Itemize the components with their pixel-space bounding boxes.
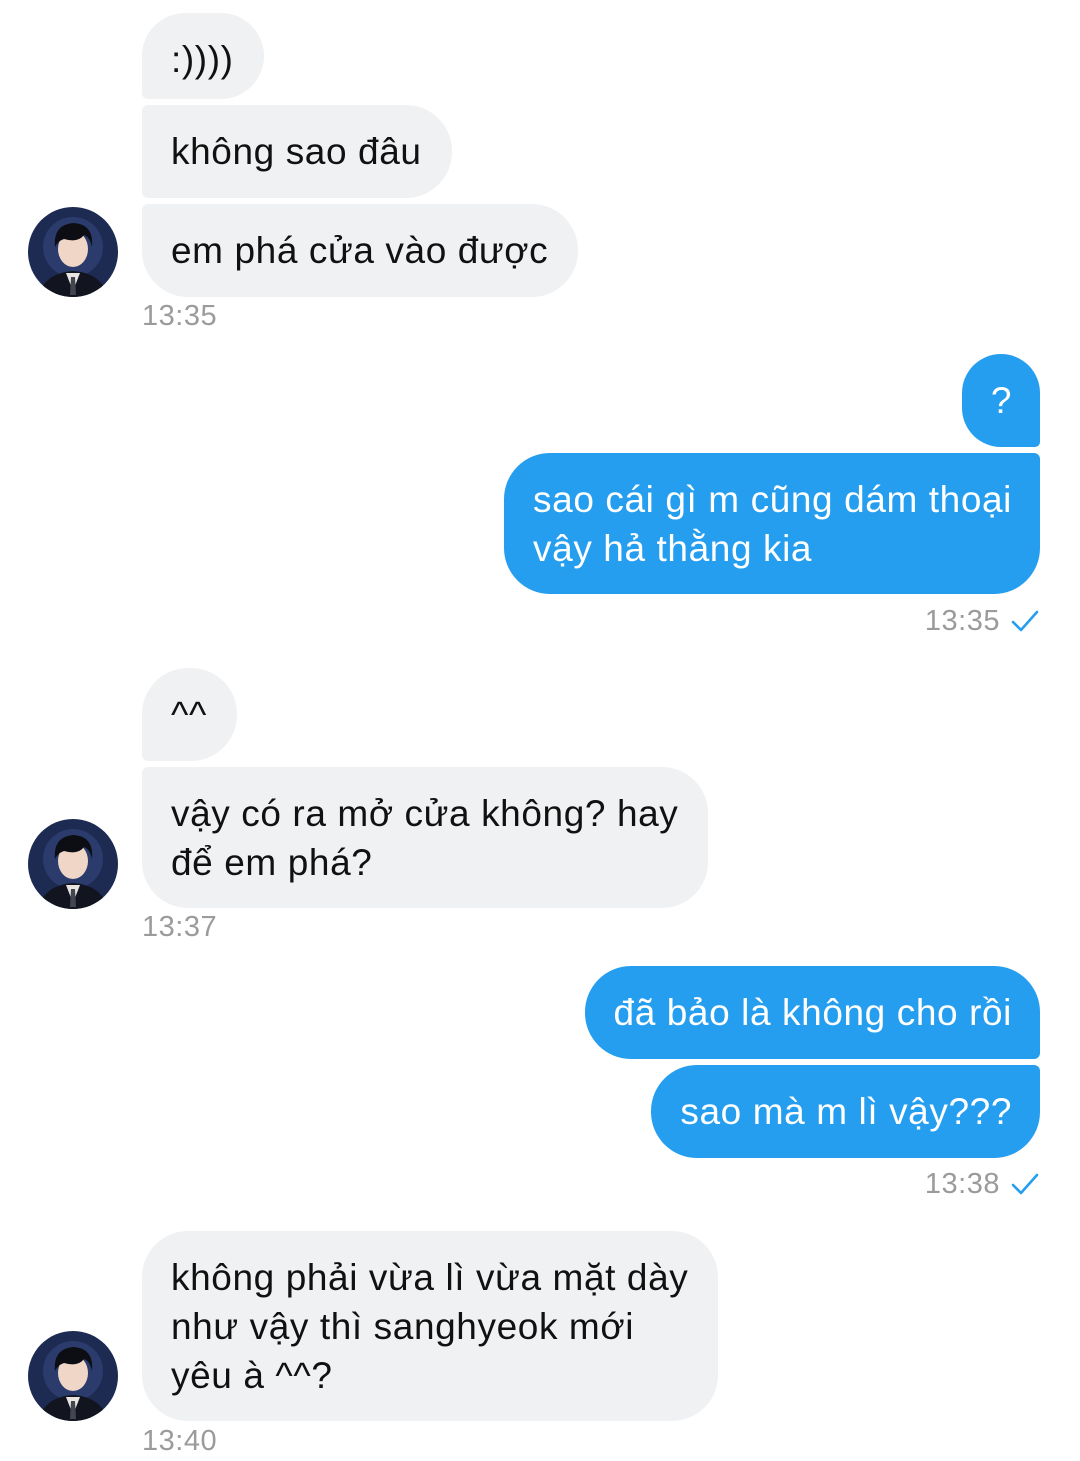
contact-avatar[interactable] <box>28 1331 118 1421</box>
outgoing-message[interactable]: đã bảo là không cho rồi <box>584 966 1040 1059</box>
outgoing-message[interactable]: ? <box>961 354 1040 447</box>
message-timestamp: 13:40 <box>142 1425 218 1457</box>
incoming-message[interactable]: không sao đâu <box>142 105 452 198</box>
message-timestamp: 13:37 <box>142 911 218 943</box>
incoming-message[interactable]: không phải vừa lì vừa mặt dày như vậy th… <box>142 1231 719 1421</box>
outgoing-status: 13:38 <box>925 1167 1040 1201</box>
contact-avatar[interactable] <box>28 207 118 297</box>
message-timestamp: 13:38 <box>924 1168 1000 1200</box>
contact-avatar[interactable] <box>28 819 118 909</box>
check-icon <box>1011 1173 1039 1195</box>
check-icon <box>1011 610 1039 632</box>
message-timestamp: 13:35 <box>924 605 1000 637</box>
message-timestamp: 13:35 <box>142 300 218 332</box>
outgoing-status: 13:35 <box>925 604 1040 638</box>
outgoing-message[interactable]: sao cái gì m cũng dám thoại vậy hả thằng… <box>504 453 1040 594</box>
incoming-message[interactable]: :)))) <box>142 13 264 99</box>
incoming-message[interactable]: ^^ <box>142 668 237 761</box>
outgoing-message[interactable]: sao mà m lì vậy??? <box>651 1065 1040 1158</box>
incoming-message[interactable]: em phá cửa vào được <box>142 204 579 297</box>
incoming-message[interactable]: vậy có ra mở cửa không? hay để em phá? <box>142 767 709 908</box>
